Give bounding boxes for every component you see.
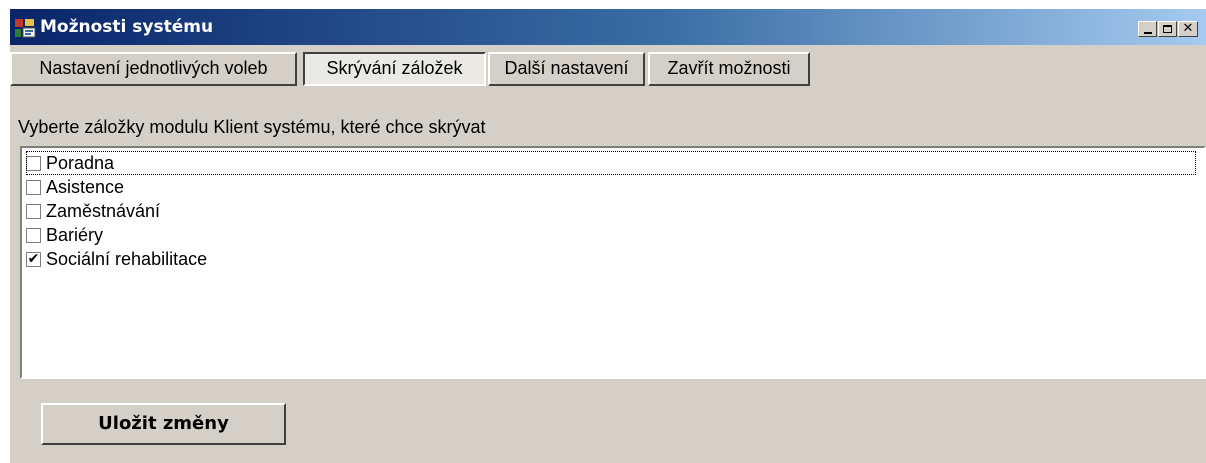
minimize-icon bbox=[1143, 32, 1152, 34]
checkbox[interactable]: ✔ bbox=[26, 203, 41, 219]
list-item-socialni-rehabilitace[interactable]: ✔ Sociální rehabilitace bbox=[26, 247, 207, 271]
tab-tab-hiding[interactable]: Skrývání záložek bbox=[303, 52, 486, 86]
checkbox[interactable]: ✔ bbox=[26, 250, 41, 267]
list-item-label: Sociální rehabilitace bbox=[46, 249, 208, 269]
checkmark-icon: ✔ bbox=[27, 250, 40, 267]
tab-individual-options[interactable]: Nastavení jednotlivých voleb bbox=[10, 52, 297, 86]
close-icon: ✕ bbox=[1182, 21, 1194, 36]
list-item-label: Asistence bbox=[46, 177, 125, 197]
list-item-bariery[interactable]: ✔ Bariéry bbox=[26, 223, 103, 247]
list-item-label: Poradna bbox=[46, 153, 115, 173]
settings-app-icon bbox=[14, 18, 36, 38]
checkbox[interactable]: ✔ bbox=[26, 155, 41, 171]
tabs-checklist[interactable]: ✔ Poradna ✔ Asistence ✔ Zaměstnávání ✔ B… bbox=[20, 146, 1206, 379]
minimize-button[interactable] bbox=[1138, 21, 1157, 37]
options-window: Možnosti systému ✕ Nastavení jednotlivýc… bbox=[10, 9, 1206, 463]
list-item-label: Zaměstnávání bbox=[46, 201, 161, 221]
title-bar[interactable]: Možnosti systému ✕ bbox=[10, 9, 1206, 45]
close-button[interactable]: ✕ bbox=[1178, 21, 1198, 37]
tab-other-settings[interactable]: Další nastavení bbox=[488, 52, 645, 86]
window-title: Možnosti systému bbox=[40, 17, 214, 37]
maximize-button[interactable] bbox=[1158, 21, 1177, 37]
list-item-poradna[interactable]: ✔ Poradna bbox=[26, 151, 1196, 175]
save-changes-button[interactable]: Uložit změny bbox=[41, 403, 286, 445]
tab-close-options[interactable]: Zavřít možnosti bbox=[648, 52, 810, 86]
checkbox[interactable]: ✔ bbox=[26, 227, 41, 243]
list-item-zamestnavani[interactable]: ✔ Zaměstnávání bbox=[26, 199, 160, 223]
maximize-icon bbox=[1163, 25, 1172, 33]
instruction-label: Vyberte záložky modulu Klient systému, k… bbox=[18, 117, 486, 137]
list-item-asistence[interactable]: ✔ Asistence bbox=[26, 175, 124, 199]
checkbox[interactable]: ✔ bbox=[26, 179, 41, 195]
list-item-label: Bariéry bbox=[46, 225, 104, 245]
